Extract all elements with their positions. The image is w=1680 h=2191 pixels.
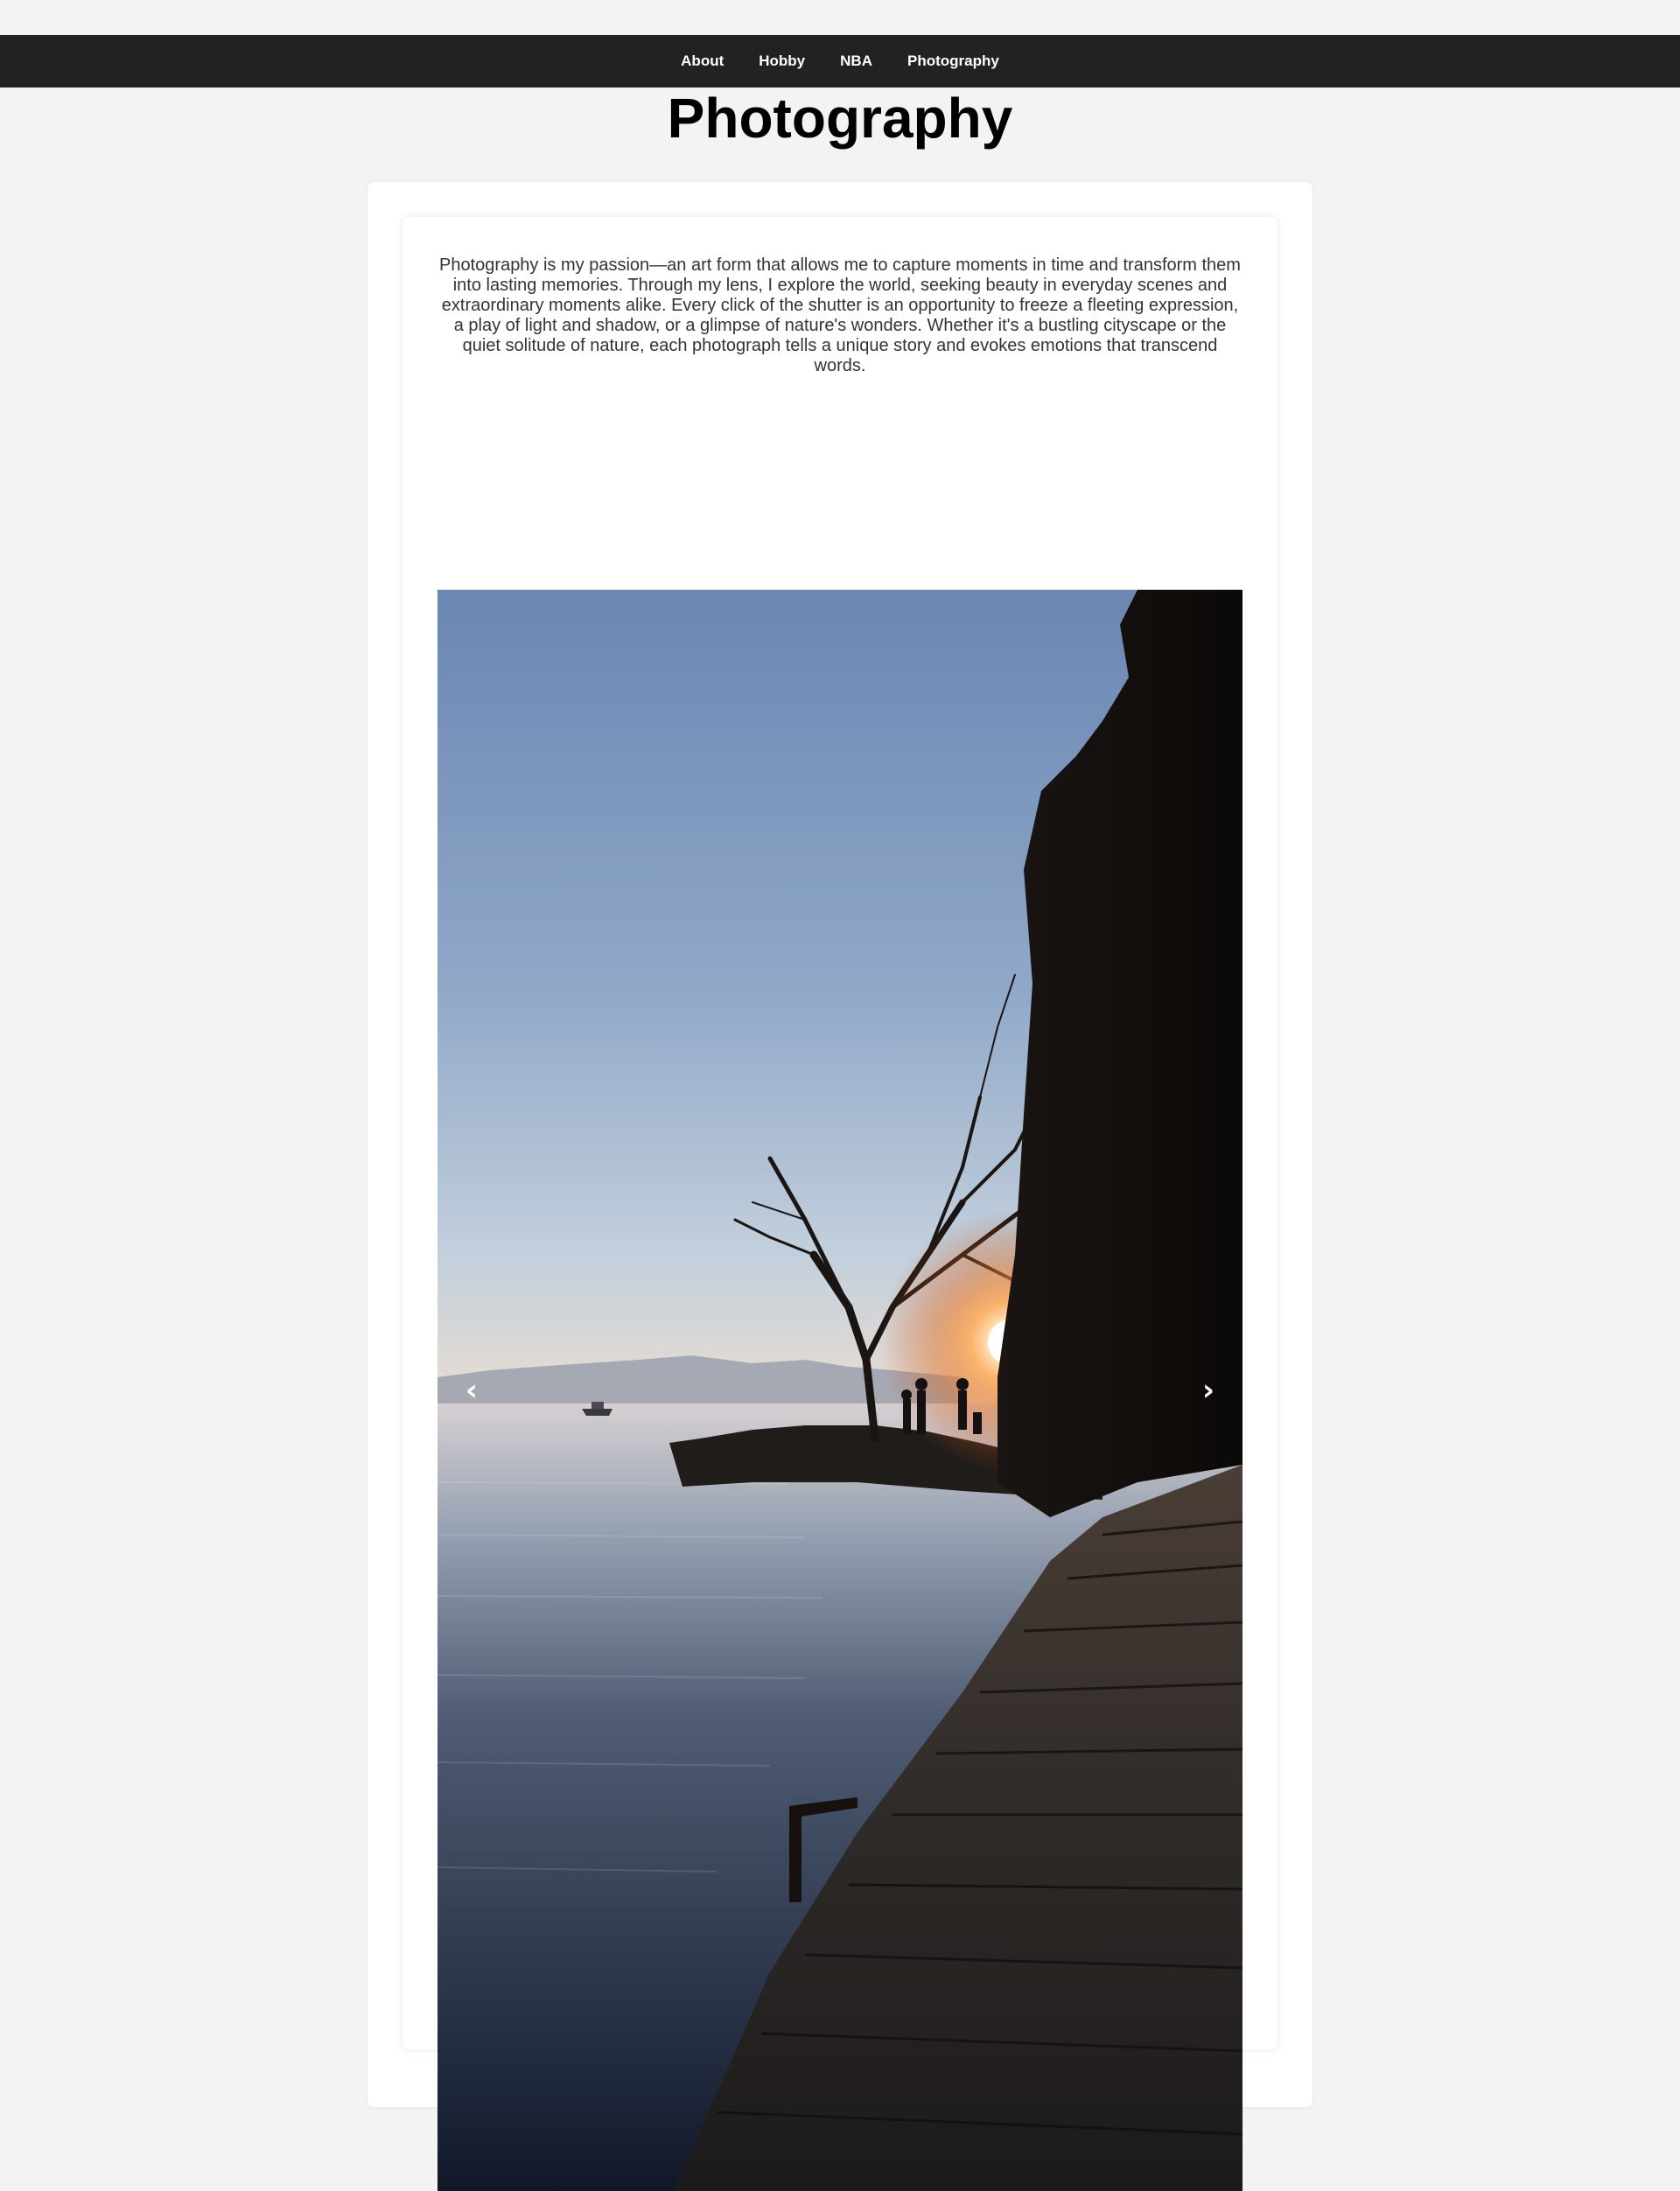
nav-link-nba[interactable]: NBA [840,52,872,70]
top-navbar: About Hobby NBA Photography [0,35,1680,88]
photo-carousel: ‹ › [438,590,1242,2191]
nav-link-hobby[interactable]: Hobby [759,52,805,70]
carousel-next-button[interactable]: › [1186,1364,1230,1417]
page-title: Photography [667,87,1013,150]
content-card: Photography is my passion—an art form th… [368,182,1312,2191]
nav-link-about[interactable]: About [681,52,724,70]
intro-paragraph: Photography is my passion—an art form th… [439,256,1241,375]
chevron-right-icon: › [1201,1373,1214,1408]
photography-section: Photography is my passion—an art form th… [402,217,1278,2191]
chevron-left-icon: ‹ [465,1373,478,1408]
nav-link-photography[interactable]: Photography [907,52,999,70]
carousel-prev-button[interactable]: ‹ [450,1364,494,1417]
carousel-photo [438,590,1242,2191]
